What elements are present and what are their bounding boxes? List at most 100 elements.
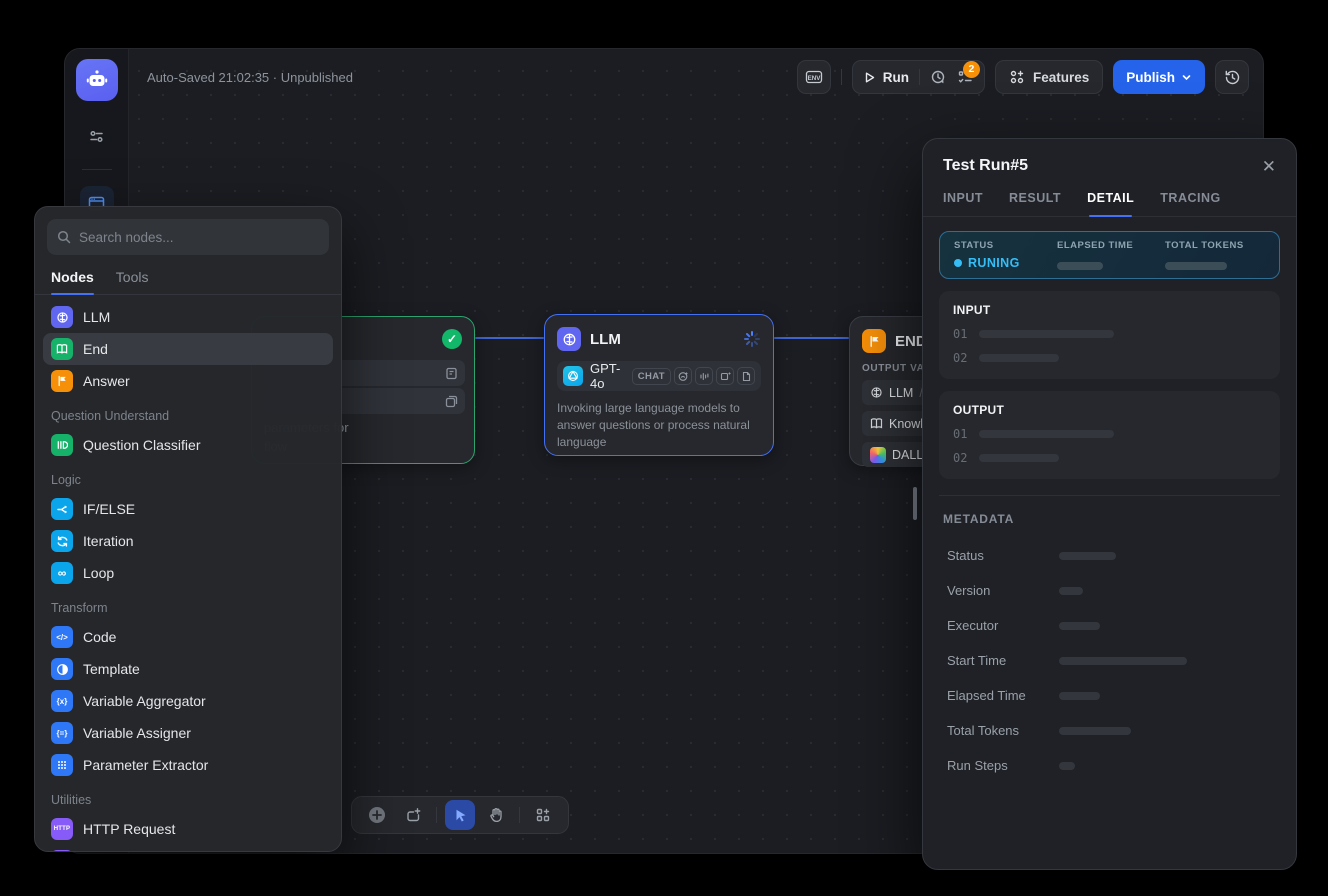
node-search-panel: Search nodes... Nodes Tools LLM End Answ… [34, 206, 342, 852]
llm-node-icon [557, 327, 581, 351]
metadata-row-elapsed-time: Elapsed Time [939, 688, 1280, 703]
svg-text:ENV: ENV [807, 75, 821, 82]
node-item-llm[interactable]: LLM [43, 301, 333, 333]
run-history-icon[interactable] [930, 69, 947, 86]
node-item-code[interactable]: </> Code [43, 621, 333, 653]
if-else-icon [51, 498, 73, 520]
run-button[interactable]: Run [863, 70, 909, 85]
metadata-title: METADATA [939, 496, 1280, 528]
close-icon[interactable]: ✕ [1262, 158, 1276, 175]
node-item-parameter-extractor[interactable]: Parameter Extractor [43, 749, 333, 781]
input-title: INPUT [953, 303, 1266, 317]
status-label: STATUS [954, 240, 1057, 251]
metadata-row-executor: Executor [939, 618, 1280, 633]
openai-icon [563, 366, 583, 386]
node-item-loop[interactable]: ∞ Loop [43, 557, 333, 589]
autosave-status: Auto-Saved 21:02:35 · Unpublished [147, 70, 353, 85]
metadata-skeleton [1059, 692, 1100, 700]
node-item-template[interactable]: Template [43, 653, 333, 685]
output-skeleton-1 [979, 430, 1114, 438]
loading-spinner-icon [743, 330, 761, 348]
run-group-divider [919, 69, 920, 85]
tab-result[interactable]: RESULT [1009, 191, 1061, 216]
node-item-answer[interactable]: Answer [43, 365, 333, 397]
node-item-http-request[interactable]: HTTP HTTP Request [43, 813, 333, 845]
end-icon [51, 338, 73, 360]
add-note-button[interactable] [398, 800, 428, 830]
search-input[interactable]: Search nodes... [47, 219, 329, 255]
version-history-button[interactable] [1215, 60, 1249, 94]
document-icon [737, 367, 755, 385]
question-classifier-icon [51, 434, 73, 456]
code-icon: </> [51, 626, 73, 648]
features-button[interactable]: Features [995, 60, 1103, 94]
edge-llm-to-end [774, 337, 849, 339]
checklist-button[interactable]: 2 [957, 69, 974, 86]
add-node-button[interactable] [362, 800, 392, 830]
elapsed-time-label: ELAPSED TIME [1057, 240, 1165, 251]
edge-start-to-llm [475, 337, 544, 339]
node-panel-tabs: Nodes Tools [35, 255, 341, 295]
test-run-title: Test Run#5 [943, 157, 1028, 175]
publish-button[interactable]: Publish [1113, 60, 1205, 94]
variable-assigner-icon: {=} [51, 722, 73, 744]
node-list: LLM End Answer Question Understand Quest… [35, 295, 341, 852]
metadata-row-start-time: Start Time [939, 653, 1280, 668]
answer-icon [51, 370, 73, 392]
total-tokens-label: TOTAL TOKENS [1165, 240, 1244, 251]
node-item-iteration[interactable]: Iteration [43, 525, 333, 557]
llm-var-icon [870, 386, 883, 399]
chat-mode-badge: CHAT [632, 368, 671, 385]
tab-tracing[interactable]: TRACING [1160, 191, 1220, 216]
list-operator-icon [51, 850, 73, 852]
metadata-row-version: Version [939, 583, 1280, 598]
metadata-row-run-steps: Run Steps [939, 758, 1280, 773]
tab-input[interactable]: INPUT [943, 191, 983, 216]
tab-nodes[interactable]: Nodes [51, 269, 94, 294]
canvas-toolbar [351, 796, 569, 834]
line-number: 02 [953, 351, 967, 365]
node-item-list-operator[interactable]: List Operator [43, 845, 333, 852]
input-skeleton-1 [979, 330, 1114, 338]
section-utilities: Utilities [43, 781, 333, 813]
node-item-variable-aggregator[interactable]: {x} Variable Aggregator [43, 685, 333, 717]
toolbar-divider [436, 807, 437, 823]
variable-aggregator-icon: {x} [51, 690, 73, 712]
audio-icon [695, 367, 713, 385]
chevron-down-icon [1181, 72, 1192, 83]
iteration-icon [51, 530, 73, 552]
run-status-card: STATUS RUNING ELAPSED TIME TOTAL TOKENS [939, 231, 1280, 279]
test-run-panel: Test Run#5 ✕ INPUT RESULT DETAIL TRACING… [922, 138, 1297, 870]
model-selector[interactable]: GPT-4o CHAT [557, 361, 761, 391]
features-icon [1009, 69, 1025, 85]
app-logo-icon[interactable] [76, 59, 118, 101]
node-item-question-classifier[interactable]: Question Classifier [43, 429, 333, 461]
knowledge-icon [870, 417, 883, 430]
node-item-variable-assigner[interactable]: {=} Variable Assigner [43, 717, 333, 749]
llm-node[interactable]: LLM GPT-4o CHAT In [544, 314, 774, 456]
node-item-end[interactable]: End [43, 333, 333, 365]
parameter-extractor-icon [51, 754, 73, 776]
notification-badge: 2 [963, 61, 980, 78]
llm-icon [51, 306, 73, 328]
node-item-if-else[interactable]: IF/ELSE [43, 493, 333, 525]
success-check-icon: ✓ [442, 329, 462, 349]
pointer-tool-button[interactable] [445, 800, 475, 830]
elapsed-time-skeleton [1057, 262, 1103, 270]
llm-node-title: LLM [590, 331, 621, 348]
model-name: GPT-4o [590, 361, 625, 391]
output-skeleton-2 [979, 454, 1059, 462]
search-icon [57, 230, 71, 244]
tab-tools[interactable]: Tools [116, 269, 149, 294]
template-icon [51, 658, 73, 680]
env-button[interactable]: ENV [797, 60, 831, 94]
run-button-group: Run 2 [852, 60, 985, 94]
metadata-skeleton [1059, 587, 1083, 595]
line-number: 01 [953, 427, 967, 441]
metadata-row-status: Status [939, 548, 1280, 563]
hand-tool-button[interactable] [481, 800, 511, 830]
organize-nodes-button[interactable] [528, 800, 558, 830]
tab-detail[interactable]: DETAIL [1087, 191, 1134, 216]
preferences-sliders-icon[interactable] [80, 119, 114, 153]
scrollbar-thumb[interactable] [913, 487, 917, 520]
